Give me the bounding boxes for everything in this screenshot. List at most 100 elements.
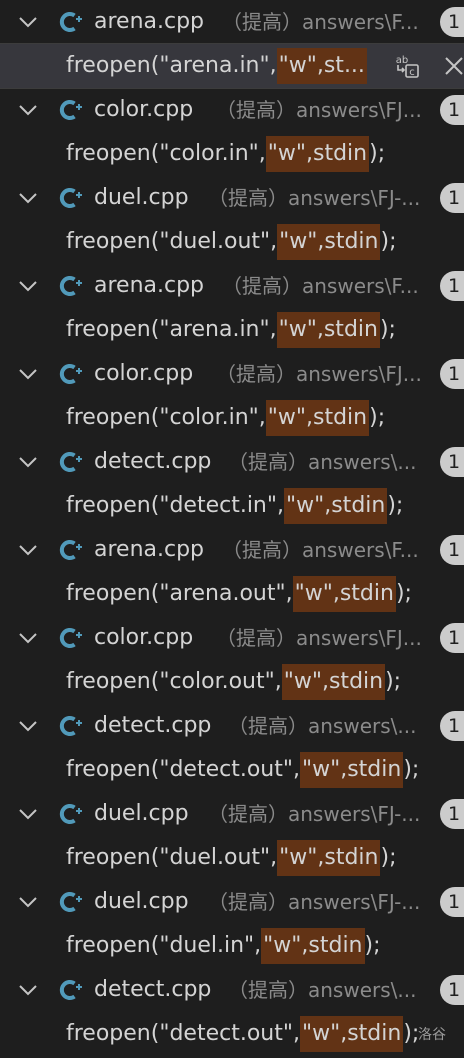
replace-icon[interactable]: c ab	[394, 52, 422, 80]
cpp-file-icon	[58, 801, 84, 827]
file-row-duel[interactable]: duel.cpp （提高）answers\FJ-... 1	[0, 176, 464, 220]
match-suffix: );	[403, 757, 420, 782]
match-row[interactable]: freopen("detect.out","w",stdin);	[0, 748, 464, 792]
cpp-file-icon	[58, 361, 84, 387]
match-row[interactable]: freopen("duel.out","w",stdin);	[0, 220, 464, 264]
match-row[interactable]: freopen("arena.in","w",stdin);	[0, 308, 464, 352]
match-highlight: "w",stdin	[292, 576, 396, 612]
chevron-down-icon[interactable]	[17, 277, 39, 295]
file-meta: （提高）answers\F...	[222, 0, 432, 44]
file-row-color[interactable]: color.cpp （提高）answers\FJ... 1	[0, 352, 464, 396]
chevron-down-icon[interactable]	[17, 541, 39, 559]
match-prefix: freopen("color.out",	[66, 669, 282, 694]
file-row-detect[interactable]: detect.cpp （提高）answers\... 1	[0, 968, 464, 1012]
chevron-down-icon[interactable]	[17, 101, 39, 119]
match-line: freopen("arena.in","w",st...	[66, 44, 367, 88]
file-path: answers\FJ...	[296, 98, 422, 122]
cpp-file-icon	[58, 9, 84, 35]
file-row-color[interactable]: color.cpp （提高）answers\FJ... 1	[0, 616, 464, 660]
chevron-down-icon[interactable]	[17, 629, 39, 647]
cpp-file-icon	[58, 889, 84, 915]
group-label: （提高）	[208, 890, 288, 914]
match-suffix: );	[395, 581, 412, 606]
chevron-down-icon[interactable]	[17, 805, 39, 823]
file-path: answers\FJ-...	[288, 186, 421, 210]
file-row-detect[interactable]: detect.cpp （提高）answers\... 1	[0, 704, 464, 748]
match-suffix: );	[380, 845, 397, 870]
file-row-color[interactable]: color.cpp （提高）answers\FJ... 1	[0, 88, 464, 132]
file-row-duel[interactable]: duel.cpp （提高）answers\FJ-... 1	[0, 880, 464, 924]
match-prefix: freopen("color.in",	[66, 405, 266, 430]
group-label: （提高）	[222, 10, 302, 34]
file-meta: （提高）answers\F...	[222, 528, 432, 572]
match-highlight: "w",stdin	[261, 928, 365, 964]
cpp-file-icon	[58, 713, 84, 739]
match-prefix: freopen("detect.in",	[66, 493, 284, 518]
cpp-file-icon	[58, 625, 84, 651]
match-line: freopen("arena.out","w",stdin);	[66, 572, 412, 616]
match-prefix: freopen("duel.out",	[66, 845, 278, 870]
match-row[interactable]: freopen("duel.in","w",stdin);	[0, 924, 464, 968]
match-count-badge: 1	[440, 95, 464, 125]
cpp-file-icon	[58, 977, 84, 1003]
match-highlight: "w",stdin	[299, 1016, 404, 1052]
match-count-badge: 1	[440, 7, 464, 37]
match-suffix: );	[379, 317, 396, 342]
file-row-arena[interactable]: arena.cpp （提高）answers\F... 1	[0, 528, 464, 572]
svg-text:ab: ab	[396, 55, 408, 66]
match-row[interactable]: freopen("detect.in","w",stdin);	[0, 484, 464, 528]
file-row-arena[interactable]: arena.cpp （提高）answers\F... 1	[0, 264, 464, 308]
match-count-badge: 1	[440, 183, 464, 213]
match-line: freopen("duel.out","w",stdin);	[66, 836, 396, 880]
match-suffix: );	[380, 229, 397, 254]
file-meta: （提高）answers\FJ-...	[208, 176, 432, 220]
file-row-duel[interactable]: duel.cpp （提高）answers\FJ-... 1	[0, 792, 464, 836]
group-label: （提高）	[216, 98, 296, 122]
file-meta: （提高）answers\...	[228, 704, 432, 748]
match-highlight: "w",stdin	[277, 840, 381, 876]
match-count-badge: 1	[440, 271, 464, 301]
match-suffix: );	[364, 933, 381, 958]
file-path: answers\...	[308, 978, 417, 1002]
match-row[interactable]: freopen("arena.in","w",st... c ab	[0, 43, 464, 89]
match-row[interactable]: freopen("detect.out","w",stdin);	[0, 1012, 464, 1056]
search-results-tree: arena.cpp （提高）answers\F... 1 freopen("ar…	[0, 0, 464, 1058]
chevron-down-icon[interactable]	[17, 453, 39, 471]
match-suffix: );	[403, 1021, 420, 1046]
match-line: freopen("detect.out","w",stdin);	[66, 748, 419, 792]
match-row[interactable]: freopen("duel.out","w",stdin);	[0, 836, 464, 880]
file-row-detect[interactable]: detect.cpp （提高）answers\... 1	[0, 440, 464, 484]
file-name: duel.cpp	[94, 801, 189, 826]
match-row[interactable]: freopen("color.in","w",stdin);	[0, 396, 464, 440]
match-row[interactable]: freopen("color.out","w",stdin);	[0, 660, 464, 704]
file-name: arena.cpp	[94, 537, 205, 562]
chevron-down-icon[interactable]	[17, 893, 39, 911]
file-meta: （提高）answers\FJ-...	[208, 792, 432, 836]
match-line: freopen("arena.in","w",stdin);	[66, 308, 396, 352]
group-label: （提高）	[228, 714, 308, 738]
group-label: （提高）	[216, 362, 296, 386]
chevron-down-icon[interactable]	[17, 365, 39, 383]
chevron-down-icon[interactable]	[17, 717, 39, 735]
group-label: （提高）	[208, 186, 288, 210]
file-name: detect.cpp	[94, 977, 212, 1002]
group-label: （提高）	[222, 274, 302, 298]
chevron-down-icon[interactable]	[17, 13, 39, 31]
file-meta: （提高）answers\FJ...	[216, 352, 432, 396]
match-prefix: freopen("detect.out",	[66, 757, 300, 782]
match-count-badge: 1	[440, 535, 464, 565]
match-suffix: );	[385, 669, 402, 694]
match-highlight: "w",st...	[276, 48, 367, 84]
close-icon[interactable]	[440, 52, 464, 80]
cpp-file-icon	[58, 97, 84, 123]
match-count-badge: 1	[440, 447, 464, 477]
match-prefix: freopen("duel.out",	[66, 229, 278, 254]
chevron-down-icon[interactable]	[17, 189, 39, 207]
match-row[interactable]: freopen("color.in","w",stdin);	[0, 132, 464, 176]
chevron-down-icon[interactable]	[17, 981, 39, 999]
file-path: answers\F...	[302, 10, 419, 34]
match-row[interactable]: freopen("arena.out","w",stdin);	[0, 572, 464, 616]
cpp-file-icon	[58, 185, 84, 211]
file-row-arena[interactable]: arena.cpp （提高）answers\F... 1	[0, 0, 464, 44]
match-highlight: "w",stdin	[284, 488, 388, 524]
